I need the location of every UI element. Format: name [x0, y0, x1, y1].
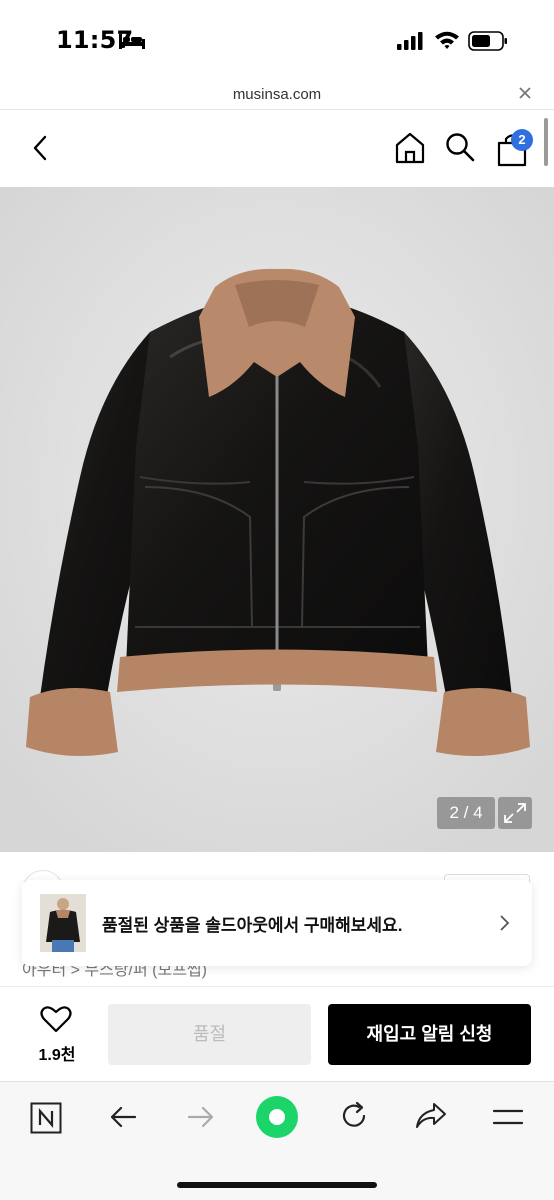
- cart-button[interactable]: 2: [494, 129, 533, 167]
- naver-n-icon[interactable]: [30, 1102, 62, 1134]
- jacket-image: [0, 187, 554, 852]
- banner-message: 품절된 상품을 솔드아웃에서 구매해보세요.: [102, 916, 403, 935]
- expand-button[interactable]: [498, 797, 532, 829]
- signal-icon: [397, 32, 423, 50]
- like-button[interactable]: 1.9천: [30, 1005, 84, 1067]
- page-indicator: 2 / 4: [437, 797, 495, 829]
- purchase-bar: 1.9천 품절 재입고 알림 신청: [0, 986, 554, 1081]
- share-icon[interactable]: [414, 1100, 448, 1132]
- status-bar: 11:57: [0, 0, 554, 80]
- browser-toolbar: [0, 1081, 554, 1200]
- back-arrow-icon[interactable]: [108, 1102, 138, 1132]
- banner-thumbnail: [40, 894, 86, 952]
- soldout-promo-banner[interactable]: 품절된 상품을 솔드아웃에서 구매해보세요.: [22, 880, 532, 966]
- soldout-button[interactable]: 품절: [108, 1004, 311, 1065]
- green-circle-icon[interactable]: [256, 1096, 298, 1138]
- product-image-gallery[interactable]: 2 / 4: [0, 187, 554, 852]
- restock-alert-button[interactable]: 재입고 알림 신청: [328, 1004, 531, 1065]
- bed-icon: [119, 34, 145, 49]
- battery-icon: [468, 31, 507, 51]
- url-bar[interactable]: musinsa.com: [0, 80, 554, 110]
- back-arrow-icon[interactable]: [26, 133, 56, 163]
- jacket-thumbnail-image: [40, 894, 86, 952]
- cart-badge: 2: [511, 129, 533, 151]
- expand-icon: [504, 803, 526, 823]
- like-count: 1.9천: [38, 1047, 76, 1064]
- app-header: 2: [0, 111, 554, 187]
- heart-icon: [40, 1006, 72, 1033]
- chevron-right-icon: [500, 915, 510, 931]
- search-icon[interactable]: [444, 131, 476, 163]
- wifi-icon: [435, 31, 459, 49]
- scrollbar[interactable]: [544, 118, 548, 166]
- menu-icon[interactable]: [492, 1104, 524, 1130]
- home-indicator[interactable]: [177, 1182, 377, 1188]
- reload-icon[interactable]: [338, 1100, 370, 1132]
- close-icon[interactable]: [518, 86, 532, 100]
- home-icon[interactable]: [394, 131, 426, 165]
- forward-arrow-icon[interactable]: [186, 1102, 216, 1132]
- url-text: musinsa.com: [232, 86, 322, 103]
